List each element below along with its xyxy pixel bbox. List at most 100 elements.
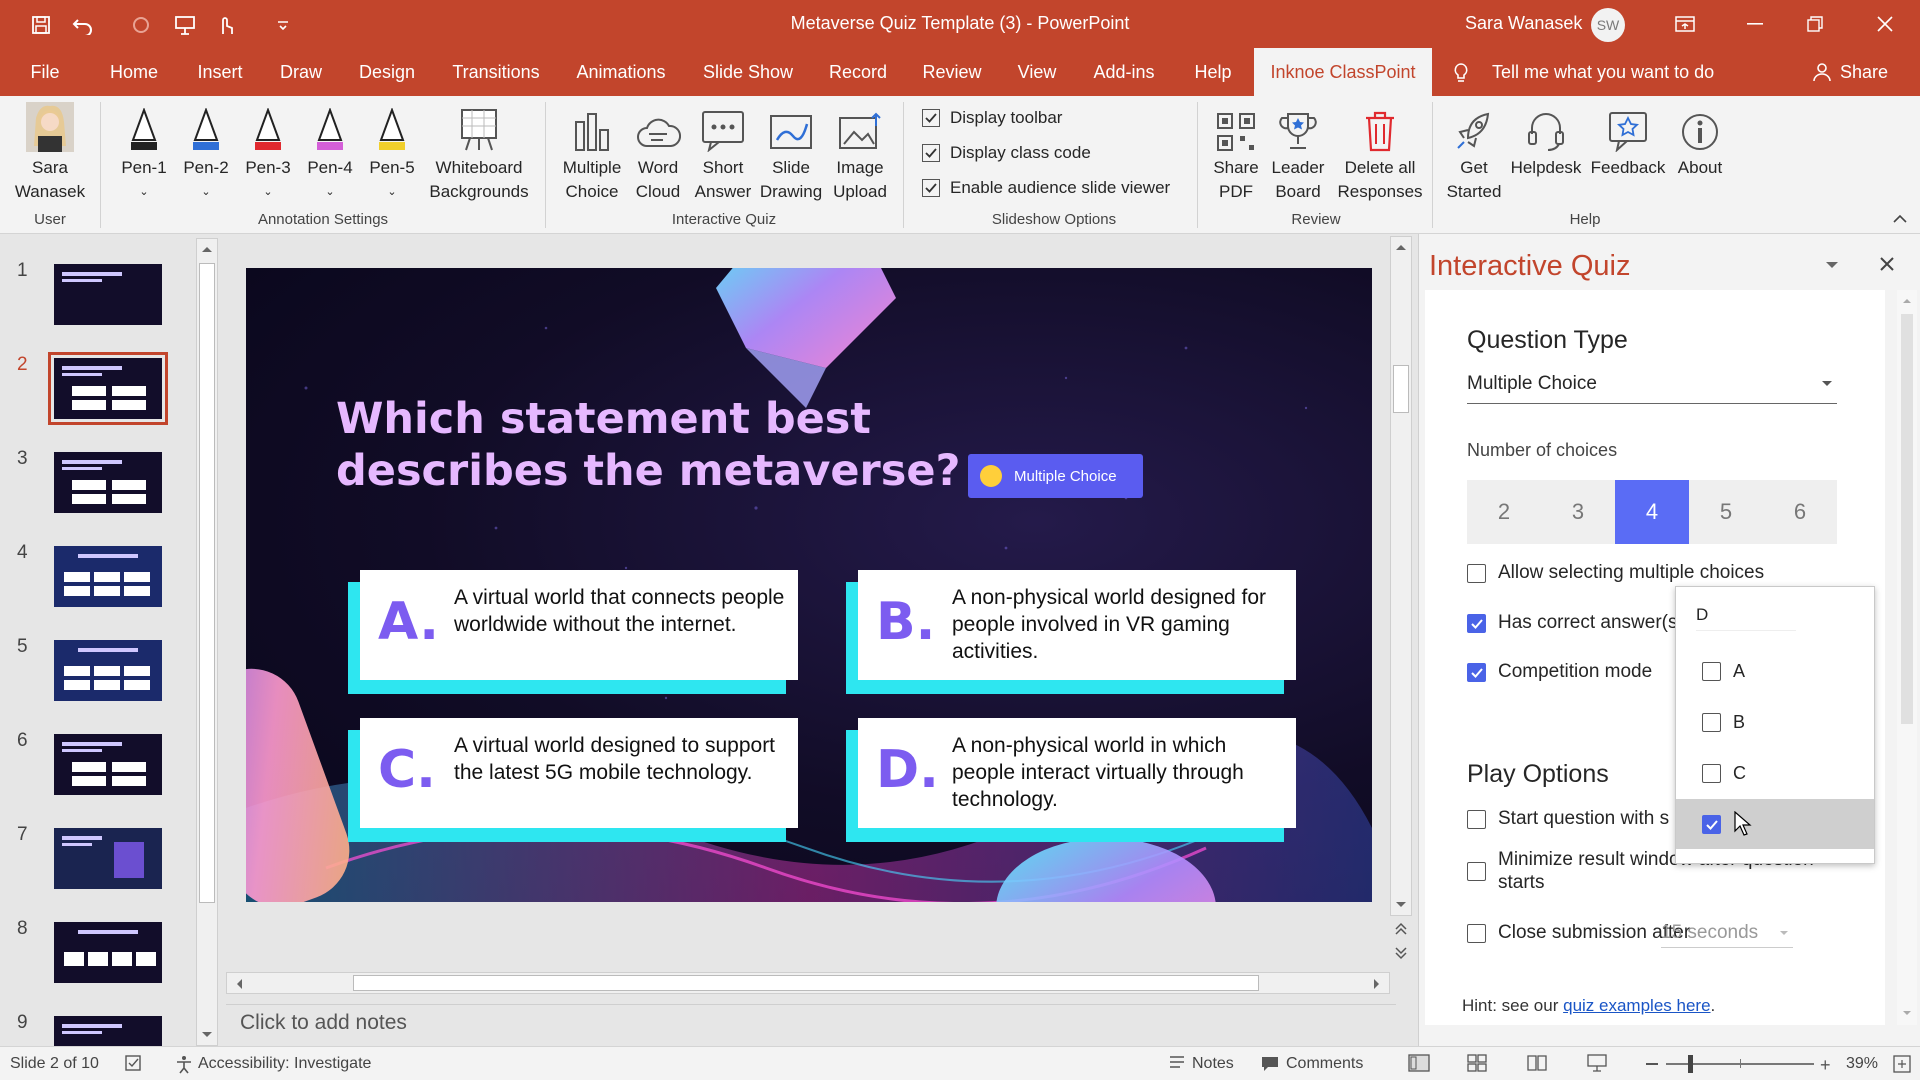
tab-insert[interactable]: Insert — [186, 48, 254, 96]
helpdesk-button[interactable]: Helpdesk — [1508, 104, 1584, 180]
share-pdf-button[interactable]: Share PDF — [1206, 104, 1266, 204]
answer-card-b[interactable]: B. A non-physical world designed for peo… — [846, 570, 1296, 695]
slide-thumbnail-9[interactable] — [54, 1016, 162, 1046]
comments-button[interactable]: Comments — [1286, 1055, 1363, 1073]
slide-thumbnail-3[interactable] — [54, 452, 162, 513]
avatar[interactable]: SW — [1591, 8, 1625, 42]
normal-view-icon[interactable] — [1408, 1053, 1430, 1073]
slide-scroll-thumb[interactable] — [1393, 365, 1409, 413]
pane-scroll-thumb[interactable] — [1901, 314, 1913, 724]
multiple-choice-button[interactable]: Multiple Choice — [556, 104, 628, 204]
next-slide-icon[interactable] — [1394, 946, 1408, 960]
slide-thumbnail-5[interactable] — [54, 640, 162, 701]
thumbnail-scroll-thumb[interactable] — [199, 263, 215, 903]
notes-placeholder[interactable]: Click to add notes — [226, 1004, 1396, 1040]
display-toolbar-checkbox[interactable]: Display toolbar — [922, 108, 1062, 128]
fit-to-window-icon[interactable] — [1892, 1054, 1912, 1074]
tab-home[interactable]: Home — [98, 48, 170, 96]
restore-icon[interactable] — [1780, 0, 1850, 48]
zoom-level[interactable]: 39% — [1846, 1055, 1878, 1073]
allow-multiple-checkbox[interactable]: Allow selecting multiple choices — [1467, 562, 1764, 584]
start-question-checkbox[interactable]: Start question with s — [1467, 808, 1669, 830]
zoom-out-icon[interactable] — [1646, 1063, 1658, 1065]
slide-horizontal-scrollbar[interactable] — [226, 972, 1390, 994]
choice-count-2[interactable]: 2 — [1467, 480, 1541, 544]
tab-inknoe-classpoint[interactable]: Inknoe ClassPoint — [1254, 48, 1432, 96]
thumbnail-scrollbar[interactable] — [196, 238, 218, 1046]
choice-count-5[interactable]: 5 — [1689, 480, 1763, 544]
close-icon[interactable] — [1850, 0, 1920, 48]
slide-vertical-scrollbar[interactable] — [1390, 236, 1412, 916]
get-started-button[interactable]: Get Started — [1444, 104, 1504, 204]
user-name[interactable]: Sara Wanasek — [1465, 13, 1582, 34]
correct-option-a[interactable]: A — [1702, 661, 1745, 682]
slide-thumbnail-2[interactable] — [48, 352, 168, 425]
share-button[interactable]: Share — [1840, 48, 1888, 96]
slide-thumbnail-8[interactable] — [54, 922, 162, 983]
tell-me-search[interactable]: Tell me what you want to do — [1492, 48, 1714, 96]
pen-2-button[interactable]: Pen-2 ⌄ — [180, 104, 232, 204]
previous-slide-icon[interactable] — [1394, 922, 1408, 936]
spelling-check-icon[interactable] — [124, 1054, 144, 1072]
notes-button[interactable]: Notes — [1192, 1055, 1234, 1073]
tab-file[interactable]: File — [20, 48, 70, 96]
word-cloud-button[interactable]: Word Cloud — [630, 104, 686, 204]
zoom-slider-thumb[interactable] — [1688, 1055, 1693, 1073]
pane-scrollbar[interactable] — [1897, 290, 1917, 1025]
pane-options-icon[interactable] — [1825, 260, 1839, 270]
competition-mode-checkbox[interactable]: Competition mode — [1467, 661, 1652, 683]
correct-option-b[interactable]: B — [1702, 712, 1745, 733]
delete-all-responses-button[interactable]: Delete all Responses — [1334, 104, 1426, 204]
tab-add-ins[interactable]: Add-ins — [1084, 48, 1164, 96]
choice-count-3[interactable]: 3 — [1541, 480, 1615, 544]
tab-slide-show[interactable]: Slide Show — [696, 48, 800, 96]
answer-card-d[interactable]: D. A non-physical world in which people … — [846, 718, 1296, 843]
pen-3-button[interactable]: Pen-3 ⌄ — [242, 104, 294, 204]
choice-count-4[interactable]: 4 — [1615, 480, 1689, 544]
tab-design[interactable]: Design — [350, 48, 424, 96]
tab-transitions[interactable]: Transitions — [444, 48, 548, 96]
tab-help[interactable]: Help — [1182, 48, 1244, 96]
slide-drawing-button[interactable]: Slide Drawing — [756, 104, 826, 204]
ribbon-display-options-icon[interactable] — [1650, 0, 1720, 48]
about-button[interactable]: About — [1672, 104, 1728, 180]
pen-5-button[interactable]: Pen-5 ⌄ — [366, 104, 418, 204]
multiple-choice-badge[interactable]: Multiple Choice — [968, 454, 1143, 498]
tab-review[interactable]: Review — [914, 48, 990, 96]
slide-thumbnail-4[interactable] — [54, 546, 162, 607]
quiz-examples-link[interactable]: quiz examples here — [1563, 996, 1710, 1015]
accessibility-icon[interactable] — [174, 1054, 194, 1074]
collapse-ribbon-icon[interactable] — [1892, 214, 1908, 224]
has-correct-answer-checkbox[interactable]: Has correct answer(s — [1467, 612, 1678, 634]
pen-4-button[interactable]: Pen-4 ⌄ — [304, 104, 356, 204]
slide-sorter-icon[interactable] — [1466, 1053, 1488, 1073]
whiteboard-backgrounds-button[interactable]: Whiteboard Backgrounds — [424, 104, 534, 204]
close-submission-dropdown[interactable]: 15 seconds — [1661, 918, 1793, 948]
correct-answer-dropdown[interactable]: D A B C D — [1675, 586, 1875, 864]
leader-board-button[interactable]: Leader Board — [1268, 104, 1328, 204]
choice-count-6[interactable]: 6 — [1763, 480, 1837, 544]
close-pane-icon[interactable] — [1879, 256, 1895, 272]
tab-draw[interactable]: Draw — [272, 48, 330, 96]
correct-answer-value[interactable]: D — [1696, 605, 1796, 631]
slide-thumbnail-7[interactable] — [54, 828, 162, 889]
slide-thumbnail-6[interactable] — [54, 734, 162, 795]
correct-option-c[interactable]: C — [1702, 763, 1746, 784]
pen-1-button[interactable]: Pen-1 ⌄ — [118, 104, 170, 204]
tab-view[interactable]: View — [1008, 48, 1066, 96]
question-type-dropdown[interactable]: Multiple Choice — [1467, 370, 1837, 404]
user-button[interactable]: Sara Wanasek — [10, 102, 90, 204]
close-submission-checkbox[interactable]: Close submission after — [1467, 922, 1690, 944]
image-upload-button[interactable]: Image Upload — [826, 104, 894, 204]
feedback-button[interactable]: Feedback — [1588, 104, 1668, 180]
tab-record[interactable]: Record — [818, 48, 898, 96]
answer-card-a[interactable]: A. A virtual world that connects people … — [348, 570, 798, 695]
reading-view-icon[interactable] — [1526, 1053, 1548, 1073]
enable-audience-viewer-checkbox[interactable]: Enable audience slide viewer — [922, 178, 1170, 198]
question-title[interactable]: Which statement best describes the metav… — [336, 393, 1036, 497]
slide-thumbnail-1[interactable] — [54, 264, 162, 325]
slide-canvas[interactable]: Which statement best describes the metav… — [246, 268, 1372, 902]
slideshow-view-icon[interactable] — [1586, 1053, 1608, 1073]
zoom-in-icon[interactable]: + — [1820, 1055, 1831, 1076]
horizontal-scroll-thumb[interactable] — [353, 975, 1259, 991]
